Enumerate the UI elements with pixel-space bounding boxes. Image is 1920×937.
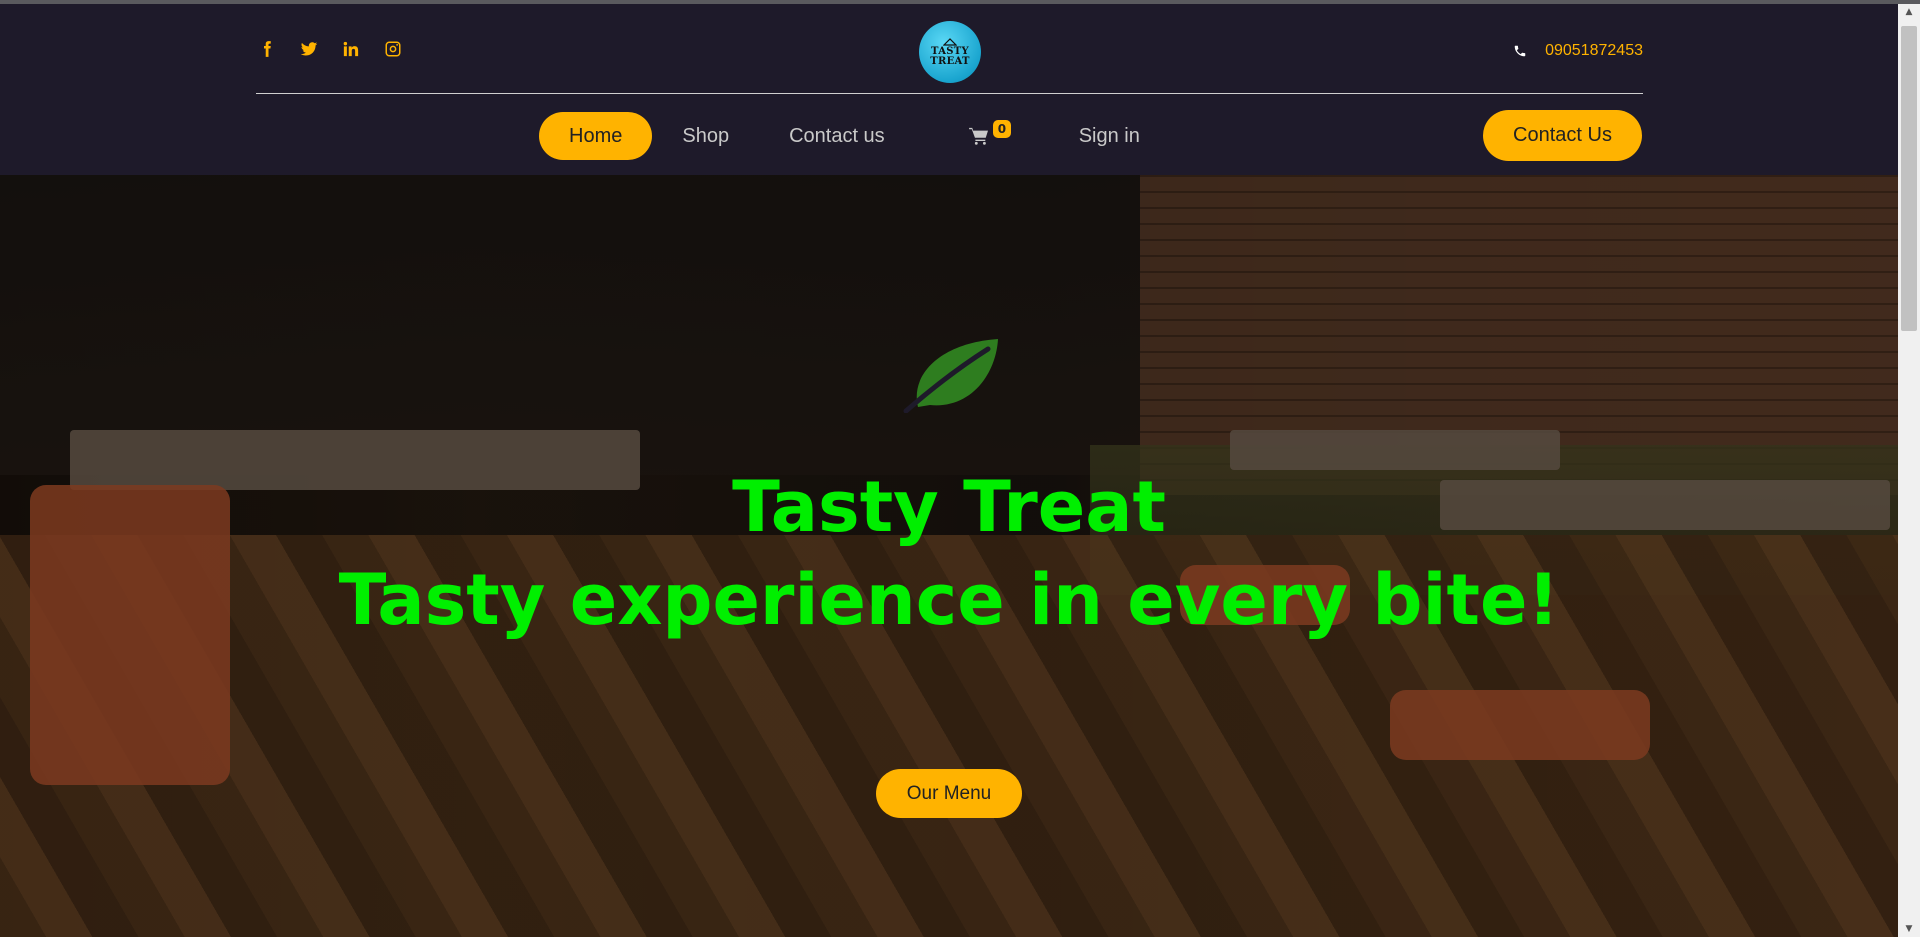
facebook-link[interactable] — [256, 38, 278, 60]
scroll-down-arrow-icon[interactable]: ▼ — [1898, 921, 1920, 937]
cart-button[interactable]: 0 — [968, 112, 1012, 160]
phone-number: 09051872453 — [1545, 42, 1643, 59]
nav-signin[interactable]: Sign in — [1049, 112, 1170, 160]
twitter-link[interactable] — [298, 38, 320, 60]
nav-contact[interactable]: Contact us — [759, 112, 915, 160]
instagram-icon — [385, 41, 401, 57]
contact-us-button[interactable]: Contact Us — [1483, 110, 1642, 161]
phone-icon — [1514, 45, 1526, 57]
linkedin-link[interactable] — [340, 38, 362, 60]
hero-section: Tasty Treat Tasty experience in every bi… — [0, 175, 1898, 937]
hero-title: Tasty Treat — [732, 466, 1166, 548]
site-logo[interactable]: TASTY TREAT — [919, 21, 981, 83]
cart-count-badge: 0 — [992, 120, 1012, 138]
phone-contact[interactable]: 09051872453 — [1513, 42, 1643, 60]
instagram-link[interactable] — [382, 38, 404, 60]
nav-home[interactable]: Home — [539, 112, 653, 160]
main-nav: Home Shop Contact us 0 Sign in — [539, 112, 1170, 160]
cart-icon — [968, 127, 988, 145]
twitter-icon — [300, 42, 318, 56]
linkedin-icon — [343, 41, 359, 57]
facebook-icon — [264, 41, 271, 57]
nav-shop[interactable]: Shop — [652, 112, 759, 160]
site-header: TASTY TREAT 09051872453 Home Shop Contac… — [0, 4, 1898, 175]
scrollbar-thumb[interactable] — [1901, 26, 1917, 331]
scroll-up-arrow-icon[interactable]: ▲ — [1898, 4, 1920, 20]
our-menu-button[interactable]: Our Menu — [876, 769, 1022, 818]
chef-hat-icon — [943, 37, 957, 46]
header-divider — [256, 93, 1643, 94]
hero-subtitle: Tasty experience in every bite! — [338, 559, 1560, 641]
page-scrollbar[interactable]: ▲ ▼ — [1898, 4, 1920, 937]
logo-word-2: TREAT — [930, 55, 970, 67]
social-links — [256, 38, 404, 60]
leaf-icon — [903, 339, 998, 413]
logo-word-1: TASTY — [931, 45, 969, 57]
